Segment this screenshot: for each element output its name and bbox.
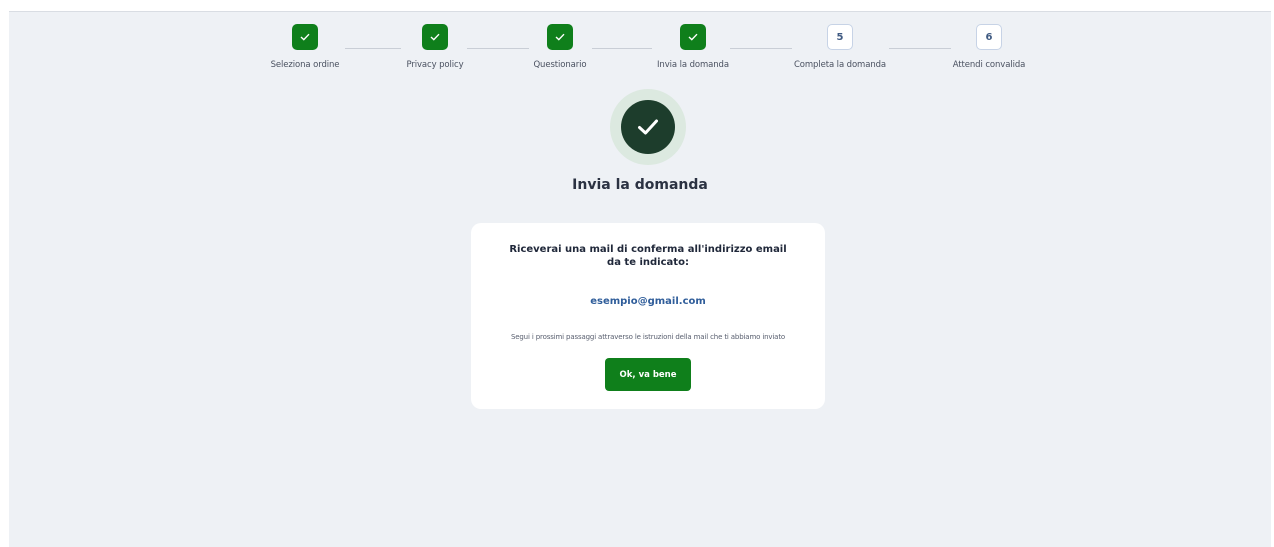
step-seleziona-ordine[interactable]: Seleziona ordine [235, 24, 375, 70]
step-number: 6 [976, 24, 1002, 50]
step-completa-la-domanda: 5 Completa la domanda [770, 24, 910, 70]
confirmation-card: Riceverai una mail di conferma all'indir… [471, 223, 825, 409]
page-title: Invia la domanda [572, 177, 708, 193]
instructions-text: Segui i prossimi passaggi attraverso le … [510, 333, 786, 341]
step-label: Invia la domanda [657, 60, 729, 70]
email-address: esempio@gmail.com [590, 296, 706, 307]
step-label: Attendi convalida [952, 60, 1026, 70]
step-label: Privacy policy [406, 60, 464, 70]
step-attendi-convalida: 6 Attendi convalida [919, 24, 1059, 70]
step-label: Questionario [533, 60, 587, 70]
step-invia-la-domanda[interactable]: Invia la domanda [623, 24, 763, 70]
check-circle-icon [621, 100, 675, 154]
confirmation-heading: Riceverai una mail di conferma all'indir… [509, 244, 787, 268]
check-icon [680, 24, 706, 50]
progress-stepper: Seleziona ordine Privacy policy Question… [9, 12, 1271, 92]
step-label: Seleziona ordine [270, 60, 340, 70]
check-icon [547, 24, 573, 50]
page-frame: Seleziona ordine Privacy policy Question… [9, 11, 1271, 547]
step-privacy-policy[interactable]: Privacy policy [365, 24, 505, 70]
check-icon [292, 24, 318, 50]
step-questionario[interactable]: Questionario [490, 24, 630, 70]
step-label: Completa la domanda [793, 60, 887, 70]
success-icon-halo [610, 89, 686, 165]
ok-button[interactable]: Ok, va bene [605, 358, 691, 391]
step-number: 5 [827, 24, 853, 50]
check-icon [422, 24, 448, 50]
